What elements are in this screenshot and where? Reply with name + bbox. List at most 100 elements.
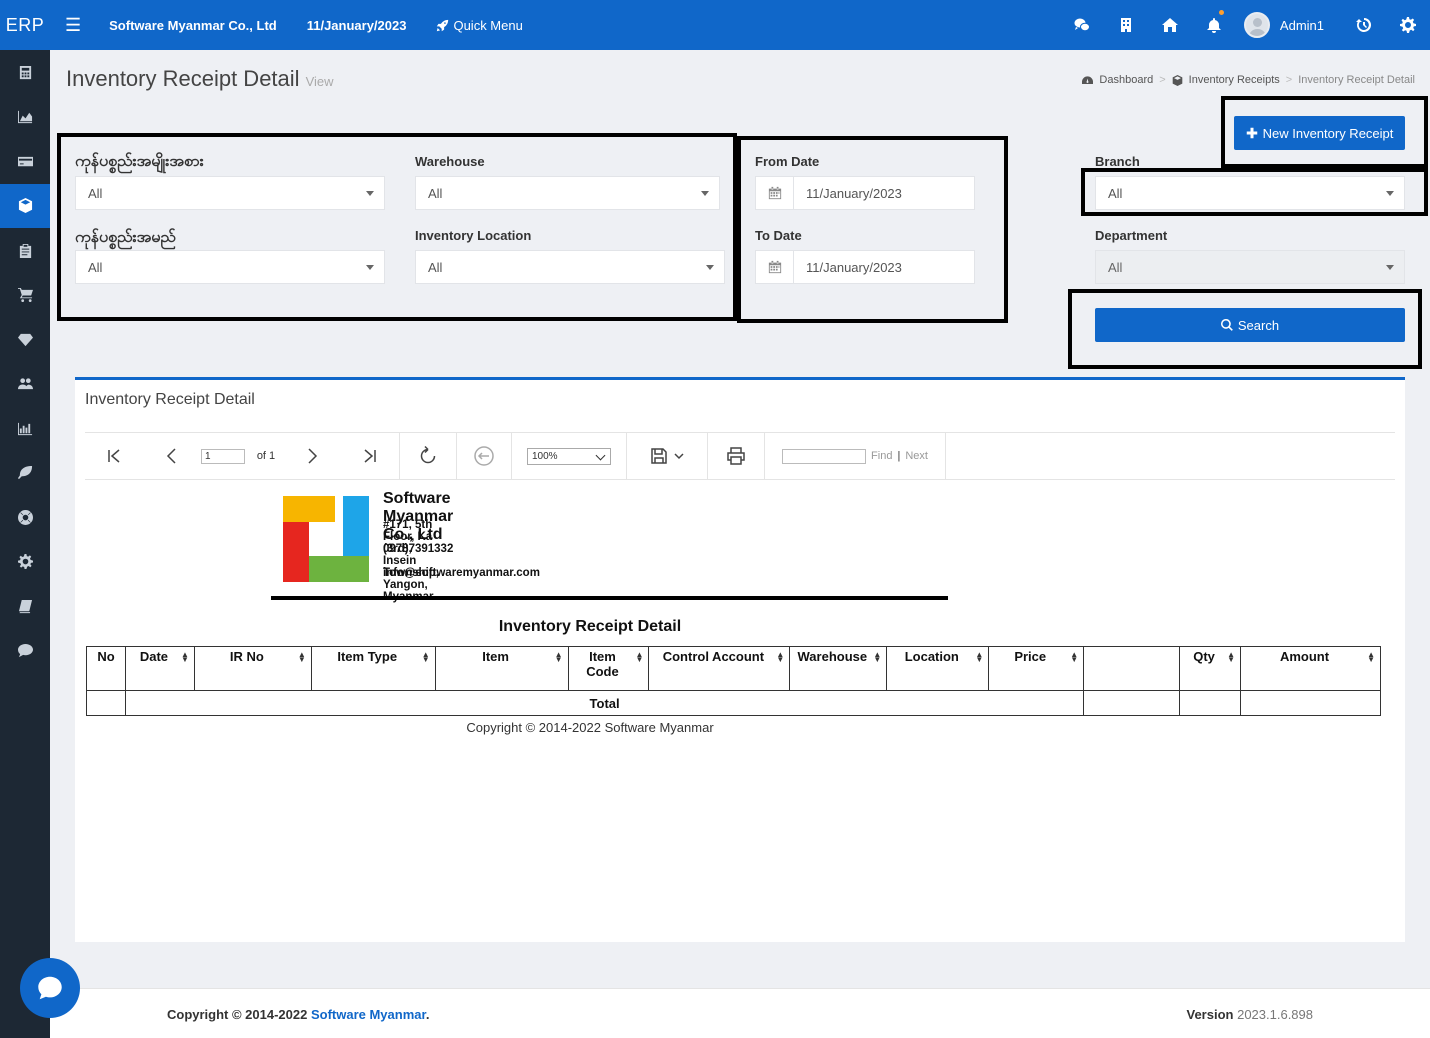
inventory-location-label: Inventory Location xyxy=(415,228,532,243)
quick-menu-link[interactable]: Quick Menu xyxy=(436,18,523,33)
warehouse-value: All xyxy=(428,185,443,201)
column-header-item-type[interactable]: Item Type ▲ ▼ xyxy=(310,646,436,691)
column-header-warehouse[interactable]: Warehouse ▲ ▼ xyxy=(789,646,888,691)
report-panel: Inventory Receipt Detail 1 of 1 100% Fin… xyxy=(75,377,1405,942)
column-header-label: Item Code xyxy=(586,649,619,679)
report-table: No Date ▲ ▼ IR No ▲ ▼ Item Type ▲ ▼ Item ▲ ▼ Ite… xyxy=(86,646,1381,716)
book-icon xyxy=(18,599,32,613)
wechat-icon[interactable] xyxy=(1060,0,1104,50)
sort-icon: ▲ ▼ xyxy=(776,650,785,664)
back-icon[interactable] xyxy=(457,432,511,480)
breadcrumb-dashboard[interactable]: Dashboard xyxy=(1099,74,1153,86)
next-page-icon[interactable] xyxy=(283,432,341,480)
page-count: of 1 xyxy=(256,450,276,462)
sort-icon: ▲ ▼ xyxy=(635,650,644,664)
new-inventory-receipt-label: New Inventory Receipt xyxy=(1262,125,1394,141)
sidebar-item-support[interactable] xyxy=(0,495,50,540)
sidebar-item-docs[interactable] xyxy=(0,584,50,629)
column-header-label: Control Account xyxy=(662,649,765,664)
item-type-select[interactable]: All xyxy=(75,176,385,210)
breadcrumb-inventory-receipts[interactable]: Inventory Receipts xyxy=(1189,74,1280,86)
gear-icon[interactable] xyxy=(1386,0,1430,50)
sidebar-item-settings[interactable] xyxy=(0,540,50,585)
item-name-select[interactable]: All xyxy=(75,250,385,284)
rocket-icon xyxy=(437,19,449,31)
column-header-location[interactable]: Location ▲ ▼ xyxy=(886,646,990,691)
sidebar-item-messages[interactable] xyxy=(0,629,50,674)
department-select[interactable]: All xyxy=(1095,250,1405,284)
report-copyright: Copyright © 2014-2022 Software Myanmar xyxy=(466,720,714,735)
print-icon[interactable] xyxy=(708,432,764,480)
column-header-item-code[interactable]: Item Code ▲ ▼ xyxy=(567,646,650,691)
first-page-icon[interactable] xyxy=(85,432,143,480)
page-subtitle: View xyxy=(305,74,334,89)
footer-version-label: Version xyxy=(1186,1007,1234,1022)
from-date-label: From Date xyxy=(755,154,820,169)
inventory-location-select[interactable]: All xyxy=(415,250,725,284)
branch-label: Branch xyxy=(1095,154,1140,169)
column-header-date[interactable]: Date ▲ ▼ xyxy=(124,646,195,691)
column-header-label: Qty xyxy=(1193,649,1215,664)
column-header-price[interactable]: Price ▲ ▼ xyxy=(988,646,1085,691)
sidebar-item-assets[interactable] xyxy=(0,317,50,362)
column-header-control-account[interactable]: Control Account ▲ ▼ xyxy=(648,646,791,691)
column-header-no[interactable]: No xyxy=(86,646,126,691)
sidebar-item-payments[interactable] xyxy=(0,139,50,184)
last-page-icon[interactable] xyxy=(341,432,399,480)
calendar-icon[interactable] xyxy=(756,251,794,283)
item-type-value: All xyxy=(88,185,103,201)
plus-icon xyxy=(1246,127,1257,139)
sidebar-item-tasks[interactable] xyxy=(0,228,50,273)
column-header-item[interactable]: Item ▲ ▼ xyxy=(434,646,569,691)
previous-page-icon[interactable] xyxy=(143,432,201,480)
column-header-ir-no[interactable]: IR No ▲ ▼ xyxy=(193,646,312,691)
column-header-label: Warehouse xyxy=(797,649,868,664)
branch-select[interactable]: All xyxy=(1095,176,1405,210)
sidebar-item-sales[interactable] xyxy=(0,273,50,318)
new-inventory-receipt-button[interactable]: New Inventory Receipt xyxy=(1234,116,1405,150)
calendar-icon[interactable] xyxy=(756,177,794,209)
report-viewer-toolbar: 1 of 1 100% Find | Next xyxy=(85,432,1395,480)
column-header-qty[interactable]: Qty ▲ ▼ xyxy=(1179,646,1242,691)
footer-brand-link[interactable]: Software Myanmar xyxy=(311,1007,426,1022)
building-icon[interactable] xyxy=(1104,0,1148,50)
sidebar-item-accounting[interactable] xyxy=(0,50,50,95)
refresh-icon[interactable] xyxy=(400,432,456,480)
chevron-down-icon xyxy=(595,450,606,460)
to-date-input[interactable]: 11/January/2023 xyxy=(755,250,975,284)
footer-period: . xyxy=(425,1007,430,1022)
bell-icon[interactable] xyxy=(1192,0,1236,50)
top-navbar: ERP ☰ Software Myanmar Co., Ltd 11/Janua… xyxy=(0,0,1430,50)
home-icon[interactable] xyxy=(1148,0,1192,50)
export-menu[interactable] xyxy=(627,432,707,480)
sidebar-item-inventory[interactable] xyxy=(0,183,50,228)
sort-icon: ▲ ▼ xyxy=(554,650,563,664)
zoom-select[interactable]: 100% xyxy=(527,447,611,465)
total-cell-qty xyxy=(1179,690,1242,716)
find-input[interactable] xyxy=(782,448,867,464)
history-icon[interactable] xyxy=(1342,0,1386,50)
chat-widget-button[interactable] xyxy=(20,958,80,1018)
sort-icon: ▲ ▼ xyxy=(1367,650,1375,664)
page-title: Inventory Receipt Detail View xyxy=(66,66,334,92)
sidebar-item-reports[interactable] xyxy=(0,95,50,140)
column-header-label: Amount xyxy=(1279,649,1330,664)
sidebar-item-analytics[interactable] xyxy=(0,406,50,451)
find-link[interactable]: Find xyxy=(871,450,892,462)
app-logo[interactable]: ERP xyxy=(0,0,50,50)
sidebar-item-production[interactable] xyxy=(0,451,50,496)
cube-icon xyxy=(1172,74,1182,86)
menu-toggle-icon[interactable]: ☰ xyxy=(65,15,81,36)
next-link[interactable]: Next xyxy=(905,450,928,462)
column-header-amount[interactable]: Amount ▲ ▼ xyxy=(1240,646,1381,691)
from-date-input[interactable]: 11/January/2023 xyxy=(755,176,975,210)
warehouse-select[interactable]: All xyxy=(415,176,720,210)
user-name: Admin1 xyxy=(1279,17,1324,33)
page-number-input[interactable]: 1 xyxy=(201,448,245,464)
caret-down-icon xyxy=(1386,265,1394,270)
comment-icon xyxy=(17,644,33,658)
total-cell-amount xyxy=(1240,690,1381,716)
sidebar-item-hr[interactable] xyxy=(0,362,50,407)
search-button[interactable]: Search xyxy=(1095,308,1405,342)
user-menu[interactable]: Admin1 xyxy=(1243,12,1324,38)
